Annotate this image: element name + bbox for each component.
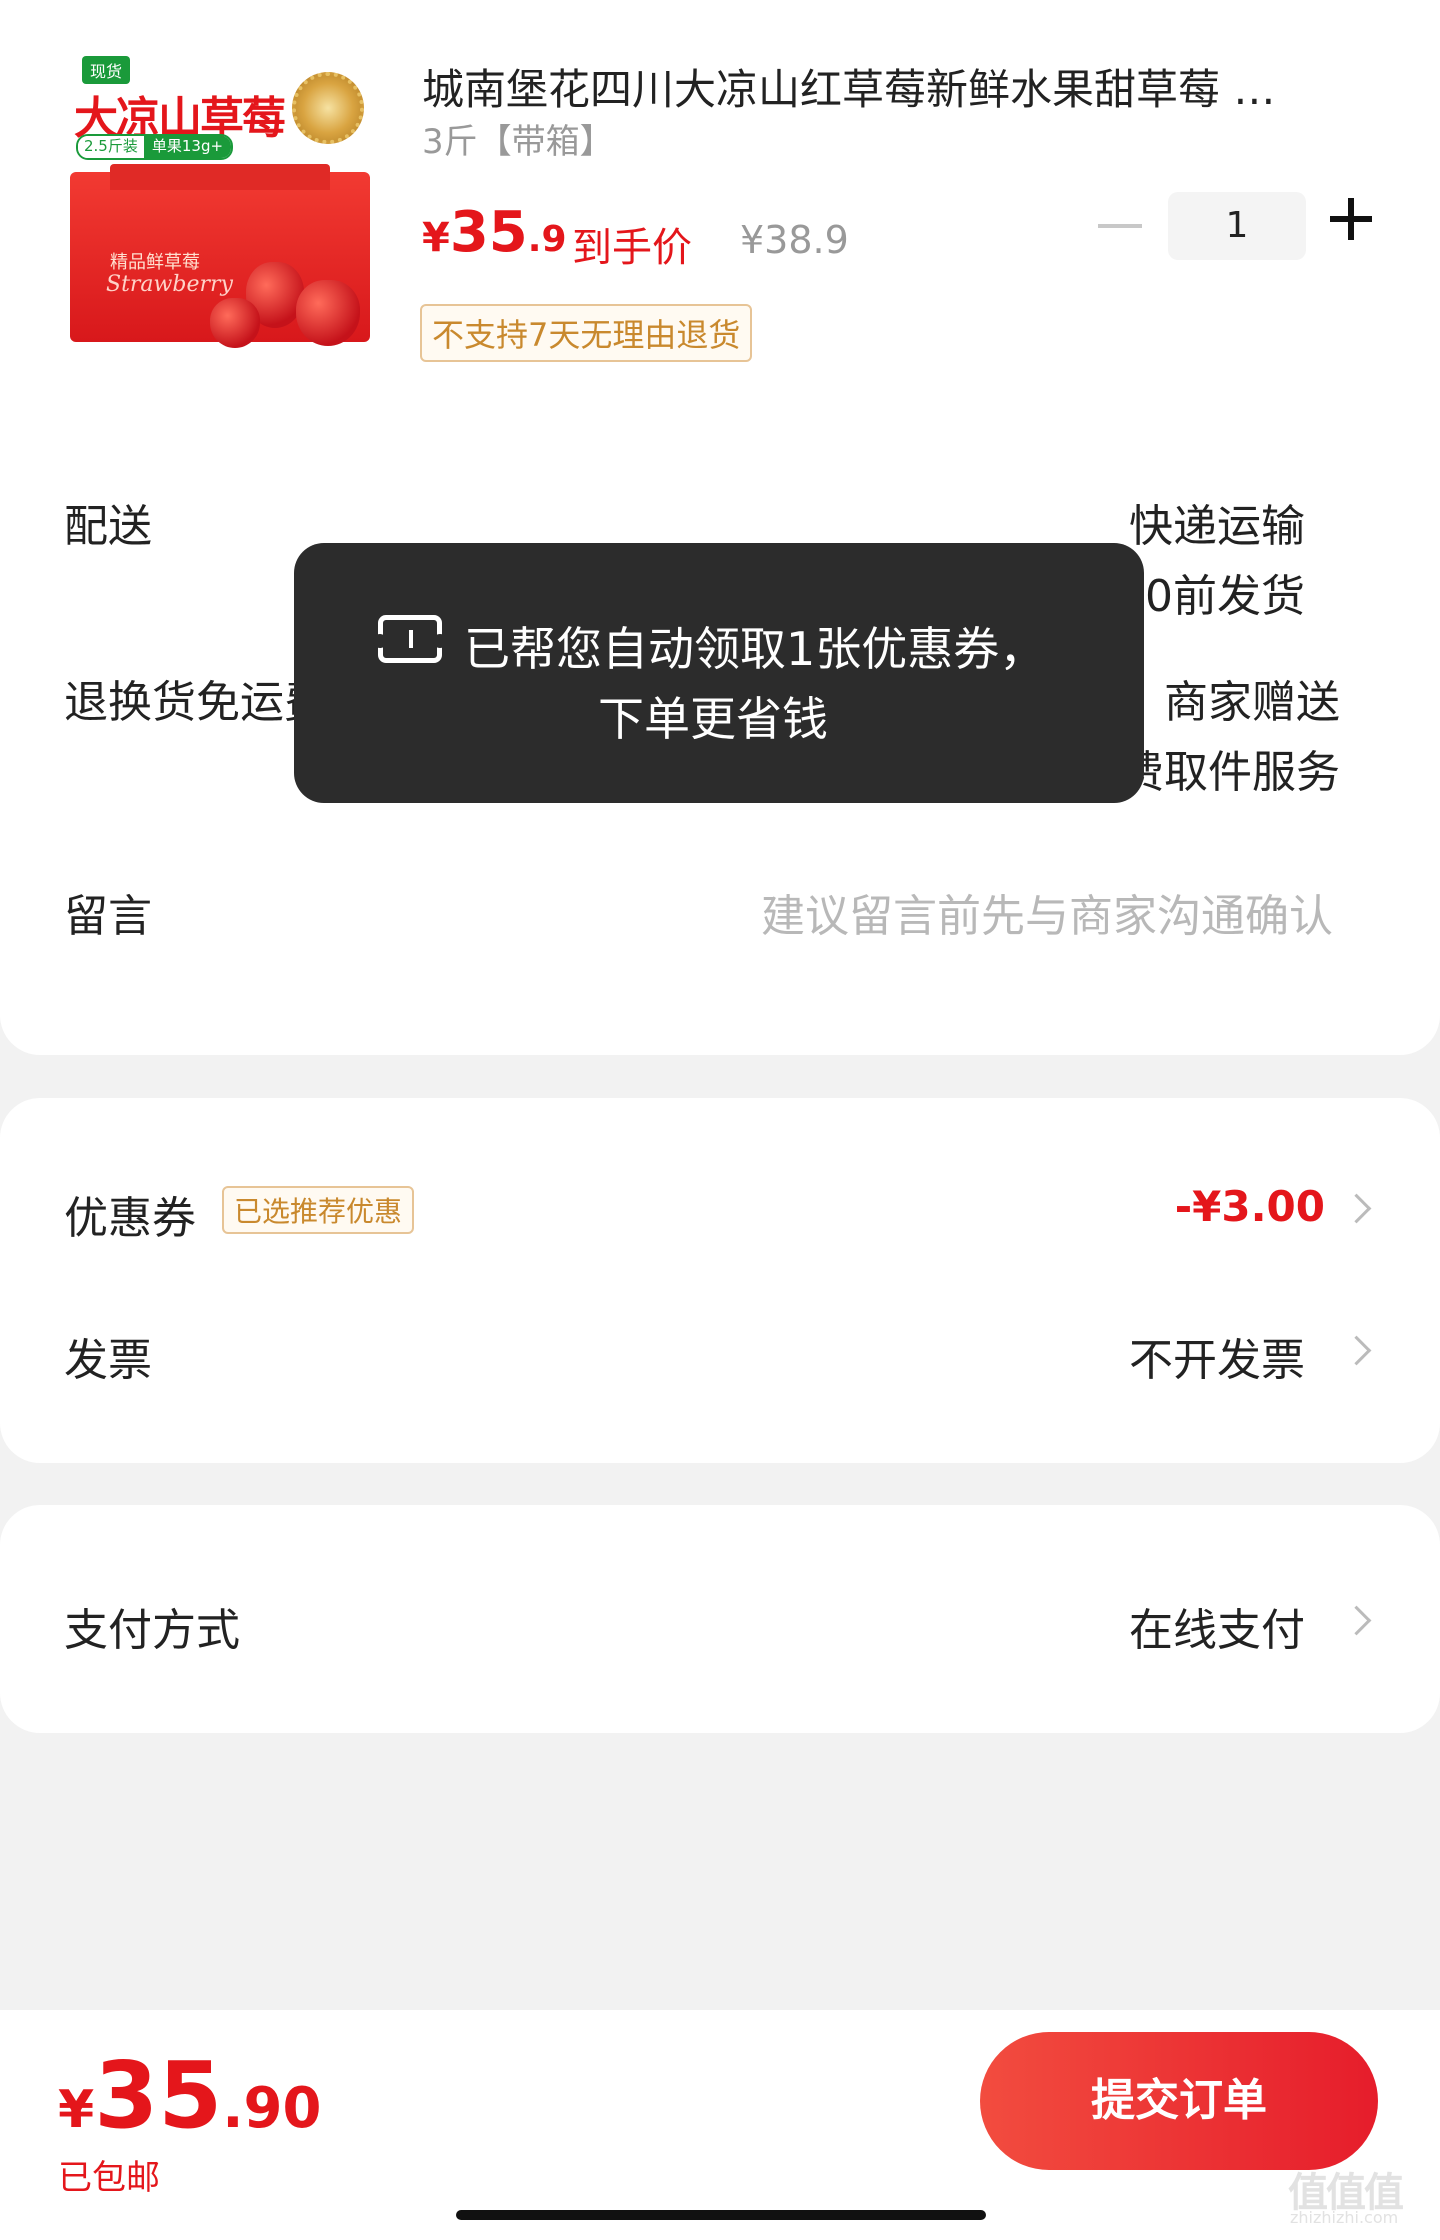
payment-label: 支付方式 bbox=[64, 1605, 240, 1656]
checkout-bar: ¥35.90 已包邮 提交订单 bbox=[0, 2010, 1440, 2240]
return-shipping-value: 商家赠送 bbox=[1164, 677, 1340, 728]
return-shipping-label: 退换货免运费 bbox=[64, 677, 328, 728]
strawberry-icon bbox=[296, 280, 360, 346]
toast-message-line2: 下单更省钱 bbox=[598, 692, 828, 746]
coupon-value[interactable]: -¥3.00 bbox=[1175, 1182, 1325, 1231]
product-spec[interactable]: 3斤【带箱】 bbox=[422, 114, 614, 163]
coupon-label: 优惠券 bbox=[64, 1193, 196, 1244]
product-image[interactable]: 现货 大凉山草莓 2.5斤装 单果13g+ 精品鲜草莓 Strawberry bbox=[70, 52, 370, 352]
watermark-site: zhizhizhi.com bbox=[1290, 2208, 1399, 2227]
medal-icon bbox=[292, 72, 364, 144]
box-script: Strawberry bbox=[106, 272, 233, 297]
invoice-value[interactable]: 不开发票 bbox=[1129, 1324, 1305, 1388]
delivery-method[interactable]: 快递运输 bbox=[1129, 490, 1305, 554]
payment-value[interactable]: 在线支付 bbox=[1129, 1594, 1305, 1658]
invoice-label: 发票 bbox=[64, 1335, 152, 1386]
coupon-toast: 已帮您自动领取1张优惠券， 下单更省钱 bbox=[294, 543, 1144, 803]
image-spec-pill: 2.5斤装 单果13g+ bbox=[76, 134, 234, 160]
submit-order-button[interactable]: 提交订单 bbox=[980, 2032, 1378, 2170]
final-price-label: 到手价 bbox=[572, 225, 692, 271]
home-indicator[interactable] bbox=[456, 2210, 986, 2220]
original-price: ¥38.9 bbox=[740, 218, 849, 262]
message-label: 留言 bbox=[64, 891, 152, 942]
order-card: 现货 大凉山草莓 2.5斤装 单果13g+ 精品鲜草莓 Strawberry 城… bbox=[0, 0, 1440, 1055]
ticket-icon bbox=[373, 615, 447, 663]
in-stock-badge: 现货 bbox=[82, 56, 131, 84]
discount-card bbox=[0, 1098, 1440, 1463]
toast-message-line1: 已帮您自动领取1张优惠券， bbox=[464, 622, 1046, 676]
product-title[interactable]: 城南堡花四川大凉山红草莓新鲜水果甜草莓 … bbox=[422, 56, 1275, 117]
return-policy-tag: 不支持7天无理由退货 bbox=[420, 304, 753, 362]
decrease-quantity-button[interactable] bbox=[1098, 224, 1142, 228]
box-label: 精品鲜草莓 bbox=[110, 252, 200, 273]
increase-quantity-button[interactable] bbox=[1330, 198, 1372, 240]
quantity-input[interactable]: 1 bbox=[1168, 192, 1306, 260]
total-price: ¥35.90 bbox=[58, 2042, 322, 2149]
message-input[interactable]: 建议留言前先与商家沟通确认 bbox=[761, 880, 1333, 944]
shipping-note: 已包邮 bbox=[58, 2158, 160, 2198]
delivery-label: 配送 bbox=[64, 501, 152, 552]
strawberry-icon bbox=[210, 298, 260, 348]
coupon-status-tag: 已选推荐优惠 bbox=[222, 1186, 415, 1234]
final-price: ¥35.9 bbox=[422, 200, 567, 265]
